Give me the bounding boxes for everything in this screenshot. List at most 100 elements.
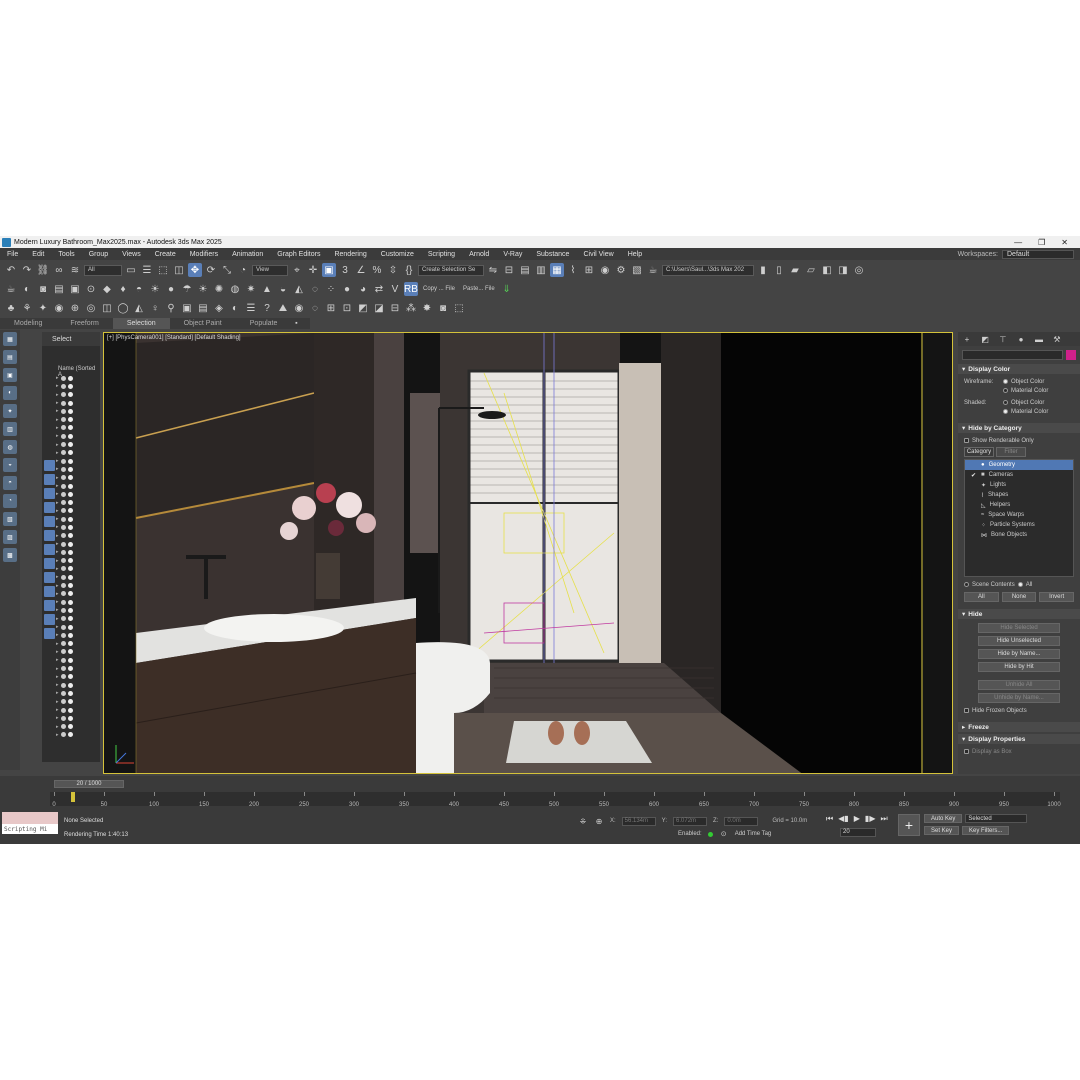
- render-toggle-icon[interactable]: [67, 632, 73, 638]
- isolate-icon[interactable]: ⁜: [578, 816, 588, 826]
- render-icon[interactable]: ▣: [68, 282, 82, 296]
- light-toggle-icon[interactable]: ✦: [3, 404, 17, 418]
- spot-light-icon[interactable]: ◭: [132, 301, 146, 315]
- list-item[interactable]: ▸: [56, 631, 96, 639]
- vray-sphere-icon[interactable]: ◐: [20, 282, 34, 296]
- visibility-eye-icon[interactable]: [60, 649, 66, 655]
- tab-selection[interactable]: Selection: [112, 318, 170, 329]
- list-item[interactable]: ▸: [56, 598, 96, 606]
- select-rotate-icon[interactable]: ⟳: [204, 263, 218, 277]
- render-toggle-icon[interactable]: [67, 458, 73, 464]
- show-renderable-checkbox[interactable]: [964, 438, 969, 443]
- render-toggle-icon[interactable]: [67, 491, 73, 497]
- tab-filter[interactable]: Filter: [996, 447, 1026, 457]
- render-toggle-icon[interactable]: [67, 516, 73, 522]
- expand-arrow-icon[interactable]: ▸: [56, 491, 59, 497]
- object-color-swatch[interactable]: [1066, 350, 1076, 360]
- visibility-eye-icon[interactable]: [60, 690, 66, 696]
- light-lister-icon[interactable]: ✺: [212, 282, 226, 296]
- list-item[interactable]: ▸: [56, 623, 96, 631]
- mirror-icon[interactable]: ⇋: [486, 263, 500, 277]
- set-key-icon[interactable]: +: [898, 814, 920, 836]
- scene-explorer-icon[interactable]: ▥: [534, 263, 548, 277]
- visibility-eye-icon[interactable]: [60, 599, 66, 605]
- point-light-icon[interactable]: ✦: [36, 301, 50, 315]
- snap-grid-icon[interactable]: ⊟: [388, 301, 402, 315]
- list-item[interactable]: ▸: [56, 640, 96, 648]
- enabled-indicator[interactable]: [707, 831, 713, 837]
- expand-arrow-icon[interactable]: ▸: [56, 707, 59, 713]
- atmosphere-toggle-icon[interactable]: ◍: [3, 440, 17, 454]
- select-move-icon[interactable]: ✥: [188, 263, 202, 277]
- decal-icon[interactable]: ◌: [308, 282, 322, 296]
- light-select-icon[interactable]: ◈: [212, 301, 226, 315]
- interactive-render-icon[interactable]: ◆: [100, 282, 114, 296]
- layer-toggle-icon[interactable]: ▤: [3, 350, 17, 364]
- menu-group[interactable]: Group: [82, 251, 115, 258]
- mesh-export-icon[interactable]: ◩: [356, 301, 370, 315]
- expand-arrow-icon[interactable]: ▸: [56, 508, 59, 514]
- category-item-lights[interactable]: ✦ Lights: [965, 480, 1073, 490]
- time-tag-icon[interactable]: ⊙: [719, 829, 729, 839]
- visibility-eye-icon[interactable]: [60, 417, 66, 423]
- converter-icon[interactable]: ⇄: [372, 282, 386, 296]
- curve-editor-icon[interactable]: ⌇: [566, 263, 580, 277]
- sun-icon[interactable]: ☀: [148, 282, 162, 296]
- all-button[interactable]: All: [964, 592, 999, 602]
- shaded-object-color-radio[interactable]: [1003, 400, 1008, 405]
- visibility-eye-icon[interactable]: [60, 541, 66, 547]
- select-scale-icon[interactable]: ⤡: [220, 263, 234, 277]
- list-item[interactable]: ▸: [56, 523, 96, 531]
- bulb-icon[interactable]: ◉: [52, 301, 66, 315]
- select-place-icon[interactable]: ◔: [236, 263, 250, 277]
- fog-icon[interactable]: ◌: [308, 301, 322, 315]
- camera-viewport[interactable]: [+] [PhysCamera001] [Standard] [Default …: [103, 332, 953, 774]
- render-toggle-icon[interactable]: [67, 591, 73, 597]
- visibility-eye-icon[interactable]: [60, 558, 66, 564]
- vol-toggle-icon[interactable]: ◒: [3, 458, 17, 472]
- render-toggle-icon[interactable]: [67, 674, 73, 680]
- list-item[interactable]: ▸: [56, 606, 96, 614]
- wireframe-material-color-radio[interactable]: [1003, 388, 1008, 393]
- percent-snap-icon[interactable]: %: [370, 263, 384, 277]
- menu-vray[interactable]: V-Ray: [496, 251, 529, 258]
- expand-arrow-icon[interactable]: ▸: [56, 383, 59, 389]
- expand-arrow-icon[interactable]: ▸: [56, 417, 59, 423]
- expand-arrow-icon[interactable]: ▸: [56, 674, 59, 680]
- align-icon[interactable]: ⊟: [502, 263, 516, 277]
- bind-spacewarp-icon[interactable]: ≋: [68, 263, 82, 277]
- named-selection-dropdown[interactable]: Create Selection Se: [418, 264, 484, 276]
- vfb-icon[interactable]: ⊙: [84, 282, 98, 296]
- lens-effects-icon[interactable]: ✸: [420, 301, 434, 315]
- visibility-eye-icon[interactable]: [60, 442, 66, 448]
- category-item-particle-systems[interactable]: ⁘ Particle Systems: [965, 520, 1073, 530]
- all-radio[interactable]: [1017, 582, 1023, 587]
- list-item[interactable]: ▸: [56, 714, 96, 722]
- list-item[interactable]: ▸: [56, 731, 96, 739]
- render-production-icon[interactable]: ☕: [646, 263, 660, 277]
- camera-icon[interactable]: ◙: [36, 282, 50, 296]
- lamp-icon[interactable]: ☂: [180, 282, 194, 296]
- menu-tools[interactable]: Tools: [51, 251, 81, 258]
- visibility-eye-icon[interactable]: [60, 682, 66, 688]
- render-toggle-icon[interactable]: [67, 624, 73, 630]
- expand-arrow-icon[interactable]: ▸: [56, 533, 59, 539]
- copy-file-button[interactable]: Copy ... File: [420, 284, 458, 295]
- render-toggle-icon[interactable]: [67, 533, 73, 539]
- ribbon-toggle-icon[interactable]: ▦: [550, 263, 564, 277]
- material-editor-icon[interactable]: ◉: [598, 263, 612, 277]
- visibility-eye-icon[interactable]: [60, 724, 66, 730]
- render-toggle-icon[interactable]: [67, 450, 73, 456]
- display-tab-icon[interactable]: ▬: [1034, 334, 1044, 344]
- menu-help[interactable]: Help: [621, 251, 649, 258]
- render-toggle-icon[interactable]: [67, 699, 73, 705]
- portal-light-icon[interactable]: ▣: [180, 301, 194, 315]
- expand-arrow-icon[interactable]: ▸: [56, 607, 59, 613]
- viewport-label[interactable]: [+] [PhysCamera001] [Standard] [Default …: [107, 335, 241, 341]
- time-slider[interactable]: 20 / 1000: [54, 780, 124, 788]
- expand-arrow-icon[interactable]: ▸: [56, 425, 59, 431]
- expand-arrow-icon[interactable]: ▸: [56, 483, 59, 489]
- invert-button[interactable]: Invert: [1039, 592, 1075, 602]
- visibility-eye-icon[interactable]: [60, 375, 66, 381]
- help-icon[interactable]: ?: [260, 301, 274, 315]
